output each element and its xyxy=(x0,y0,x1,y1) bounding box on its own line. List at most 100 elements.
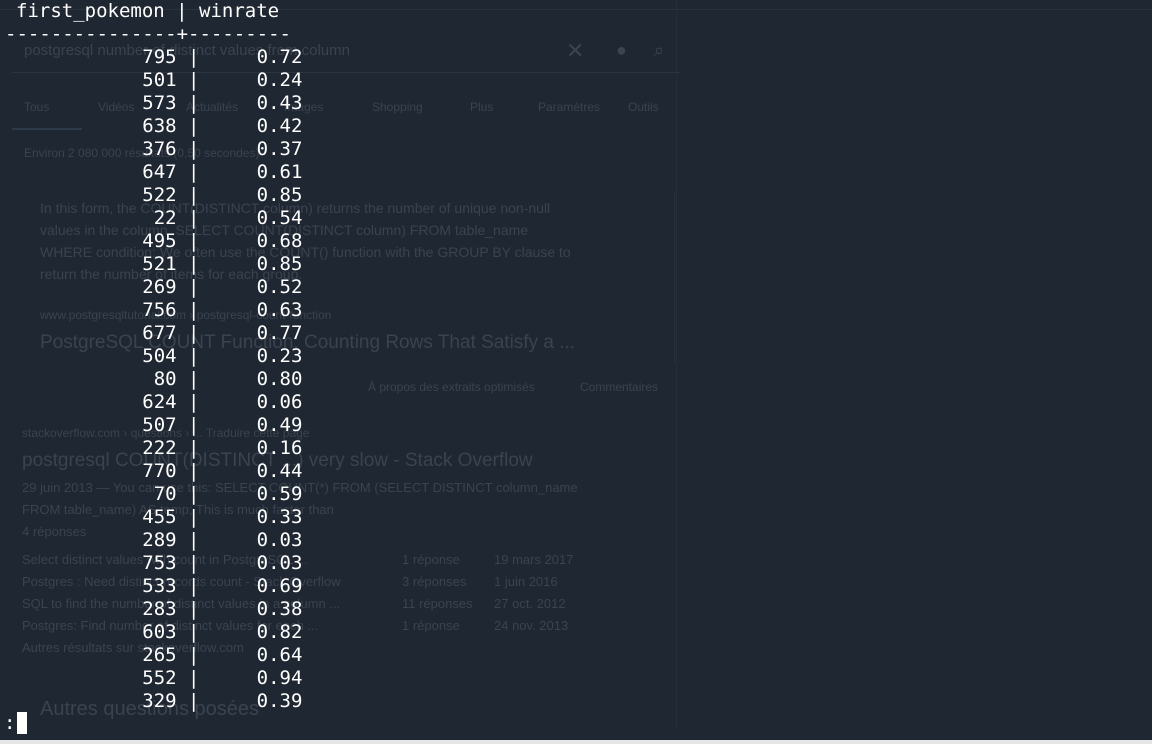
cell-winrate: 0.61 xyxy=(210,161,303,183)
cell-first-pokemon: 552 xyxy=(5,667,177,689)
cell-winrate: 0.37 xyxy=(210,138,303,160)
sub-result-date: 19 mars 2017 xyxy=(494,552,574,567)
cell-winrate: 0.38 xyxy=(210,598,303,620)
pager-prompt[interactable]: : xyxy=(4,712,28,735)
table-row: 376 | 0.37 xyxy=(5,138,302,161)
window-bottom-border xyxy=(0,740,1152,744)
column-divider: | xyxy=(176,138,211,160)
cell-winrate: 0.72 xyxy=(210,46,303,68)
cell-first-pokemon: 507 xyxy=(5,414,177,436)
column-divider: | xyxy=(176,161,211,183)
column-divider: | xyxy=(176,92,211,114)
cell-winrate: 0.43 xyxy=(210,92,303,114)
cell-winrate: 0.69 xyxy=(210,575,303,597)
table-row: 795 | 0.72 xyxy=(5,46,302,69)
cell-winrate: 0.52 xyxy=(210,276,303,298)
cell-first-pokemon: 289 xyxy=(5,529,177,551)
cell-first-pokemon: 455 xyxy=(5,506,177,528)
table-row: 770 | 0.44 xyxy=(5,460,302,483)
table-row: 647 | 0.61 xyxy=(5,161,302,184)
column-divider: | xyxy=(176,690,211,712)
column-divider: | xyxy=(176,529,211,551)
tab-settings: Paramètres xyxy=(538,100,601,114)
sub-result-date: 27 oct. 2012 xyxy=(494,596,566,611)
column-divider: | xyxy=(176,322,211,344)
cell-first-pokemon: 22 xyxy=(5,207,177,229)
column-divider: | xyxy=(176,69,211,91)
column-divider: | xyxy=(176,621,211,643)
table-row: 495 | 0.68 xyxy=(5,230,302,253)
cell-winrate: 0.06 xyxy=(210,391,303,413)
cell-winrate: 0.77 xyxy=(210,322,303,344)
table-rows: 795 | 0.72 501 | 0.24 573 | 0.43 638 | 0… xyxy=(5,46,302,713)
table-row: 533 | 0.69 xyxy=(5,575,302,598)
cell-first-pokemon: 647 xyxy=(5,161,177,183)
table-row: 522 | 0.85 xyxy=(5,184,302,207)
cell-first-pokemon: 521 xyxy=(5,253,177,275)
table-row: 756 | 0.63 xyxy=(5,299,302,322)
column-divider: | xyxy=(176,598,211,620)
table-row: 552 | 0.94 xyxy=(5,667,302,690)
cell-winrate: 0.03 xyxy=(210,529,303,551)
cell-first-pokemon: 638 xyxy=(5,115,177,137)
table-separator: ---------------+--------- xyxy=(5,23,291,45)
table-row: 753 | 0.03 xyxy=(5,552,302,575)
clear-icon: ✕ xyxy=(566,38,585,63)
cell-winrate: 0.03 xyxy=(210,552,303,574)
mic-icon: ● xyxy=(616,40,627,60)
column-divider: | xyxy=(176,345,211,367)
cell-winrate: 0.49 xyxy=(210,414,303,436)
cell-winrate: 0.59 xyxy=(210,483,303,505)
cell-first-pokemon: 70 xyxy=(5,483,177,505)
cell-first-pokemon: 753 xyxy=(5,552,177,574)
column-divider: | xyxy=(176,667,211,689)
cell-winrate: 0.94 xyxy=(210,667,303,689)
table-row: 504 | 0.23 xyxy=(5,345,302,368)
cell-first-pokemon: 603 xyxy=(5,621,177,643)
cell-winrate: 0.85 xyxy=(210,253,303,275)
table-row: 289 | 0.03 xyxy=(5,529,302,552)
table-row: 269 | 0.52 xyxy=(5,276,302,299)
column-divider: | xyxy=(176,115,211,137)
cell-winrate: 0.68 xyxy=(210,230,303,252)
cell-first-pokemon: 329 xyxy=(5,690,177,712)
cell-winrate: 0.39 xyxy=(210,690,303,712)
column-divider: | xyxy=(176,552,211,574)
sub-result-answers: 1 réponse xyxy=(402,618,460,633)
column-divider: | xyxy=(176,253,211,275)
column-divider: | xyxy=(176,483,211,505)
cell-first-pokemon: 624 xyxy=(5,391,177,413)
column-divider: | xyxy=(176,368,211,390)
sub-result-date: 24 nov. 2013 xyxy=(494,618,569,633)
tab-tools: Outils xyxy=(628,100,659,114)
column-divider: | xyxy=(176,391,211,413)
cell-winrate: 0.63 xyxy=(210,299,303,321)
column-divider: | xyxy=(176,414,211,436)
sub-result-answers: 1 réponse xyxy=(402,552,460,567)
text-cursor xyxy=(17,712,28,734)
sub-result-date: 1 juin 2016 xyxy=(494,574,558,589)
cell-winrate: 0.33 xyxy=(210,506,303,528)
sub-result-answers: 3 réponses xyxy=(402,574,467,589)
table-row: 283 | 0.38 xyxy=(5,598,302,621)
cell-winrate: 0.82 xyxy=(210,621,303,643)
cell-winrate: 0.24 xyxy=(210,69,303,91)
column-divider: | xyxy=(176,276,211,298)
cell-first-pokemon: 573 xyxy=(5,92,177,114)
tab-shopping: Shopping xyxy=(372,100,423,114)
cell-first-pokemon: 269 xyxy=(5,276,177,298)
column-divider: | xyxy=(176,230,211,252)
column-divider: | xyxy=(176,207,211,229)
column-divider: | xyxy=(176,299,211,321)
search-icon: ⌕ xyxy=(654,40,665,60)
pager-prompt-text: : xyxy=(4,712,16,734)
table-header: first_pokemon | winrate xyxy=(16,0,280,22)
cell-winrate: 0.23 xyxy=(210,345,303,367)
cell-first-pokemon: 495 xyxy=(5,230,177,252)
cell-first-pokemon: 80 xyxy=(5,368,177,390)
column-divider: | xyxy=(176,460,211,482)
table-row: 501 | 0.24 xyxy=(5,69,302,92)
feedback-about: À propos des extraits optimisés xyxy=(368,380,535,394)
terminal-output[interactable]: first_pokemon | winrate ---------------+… xyxy=(0,0,302,734)
table-row: 329 | 0.39 xyxy=(5,690,302,713)
